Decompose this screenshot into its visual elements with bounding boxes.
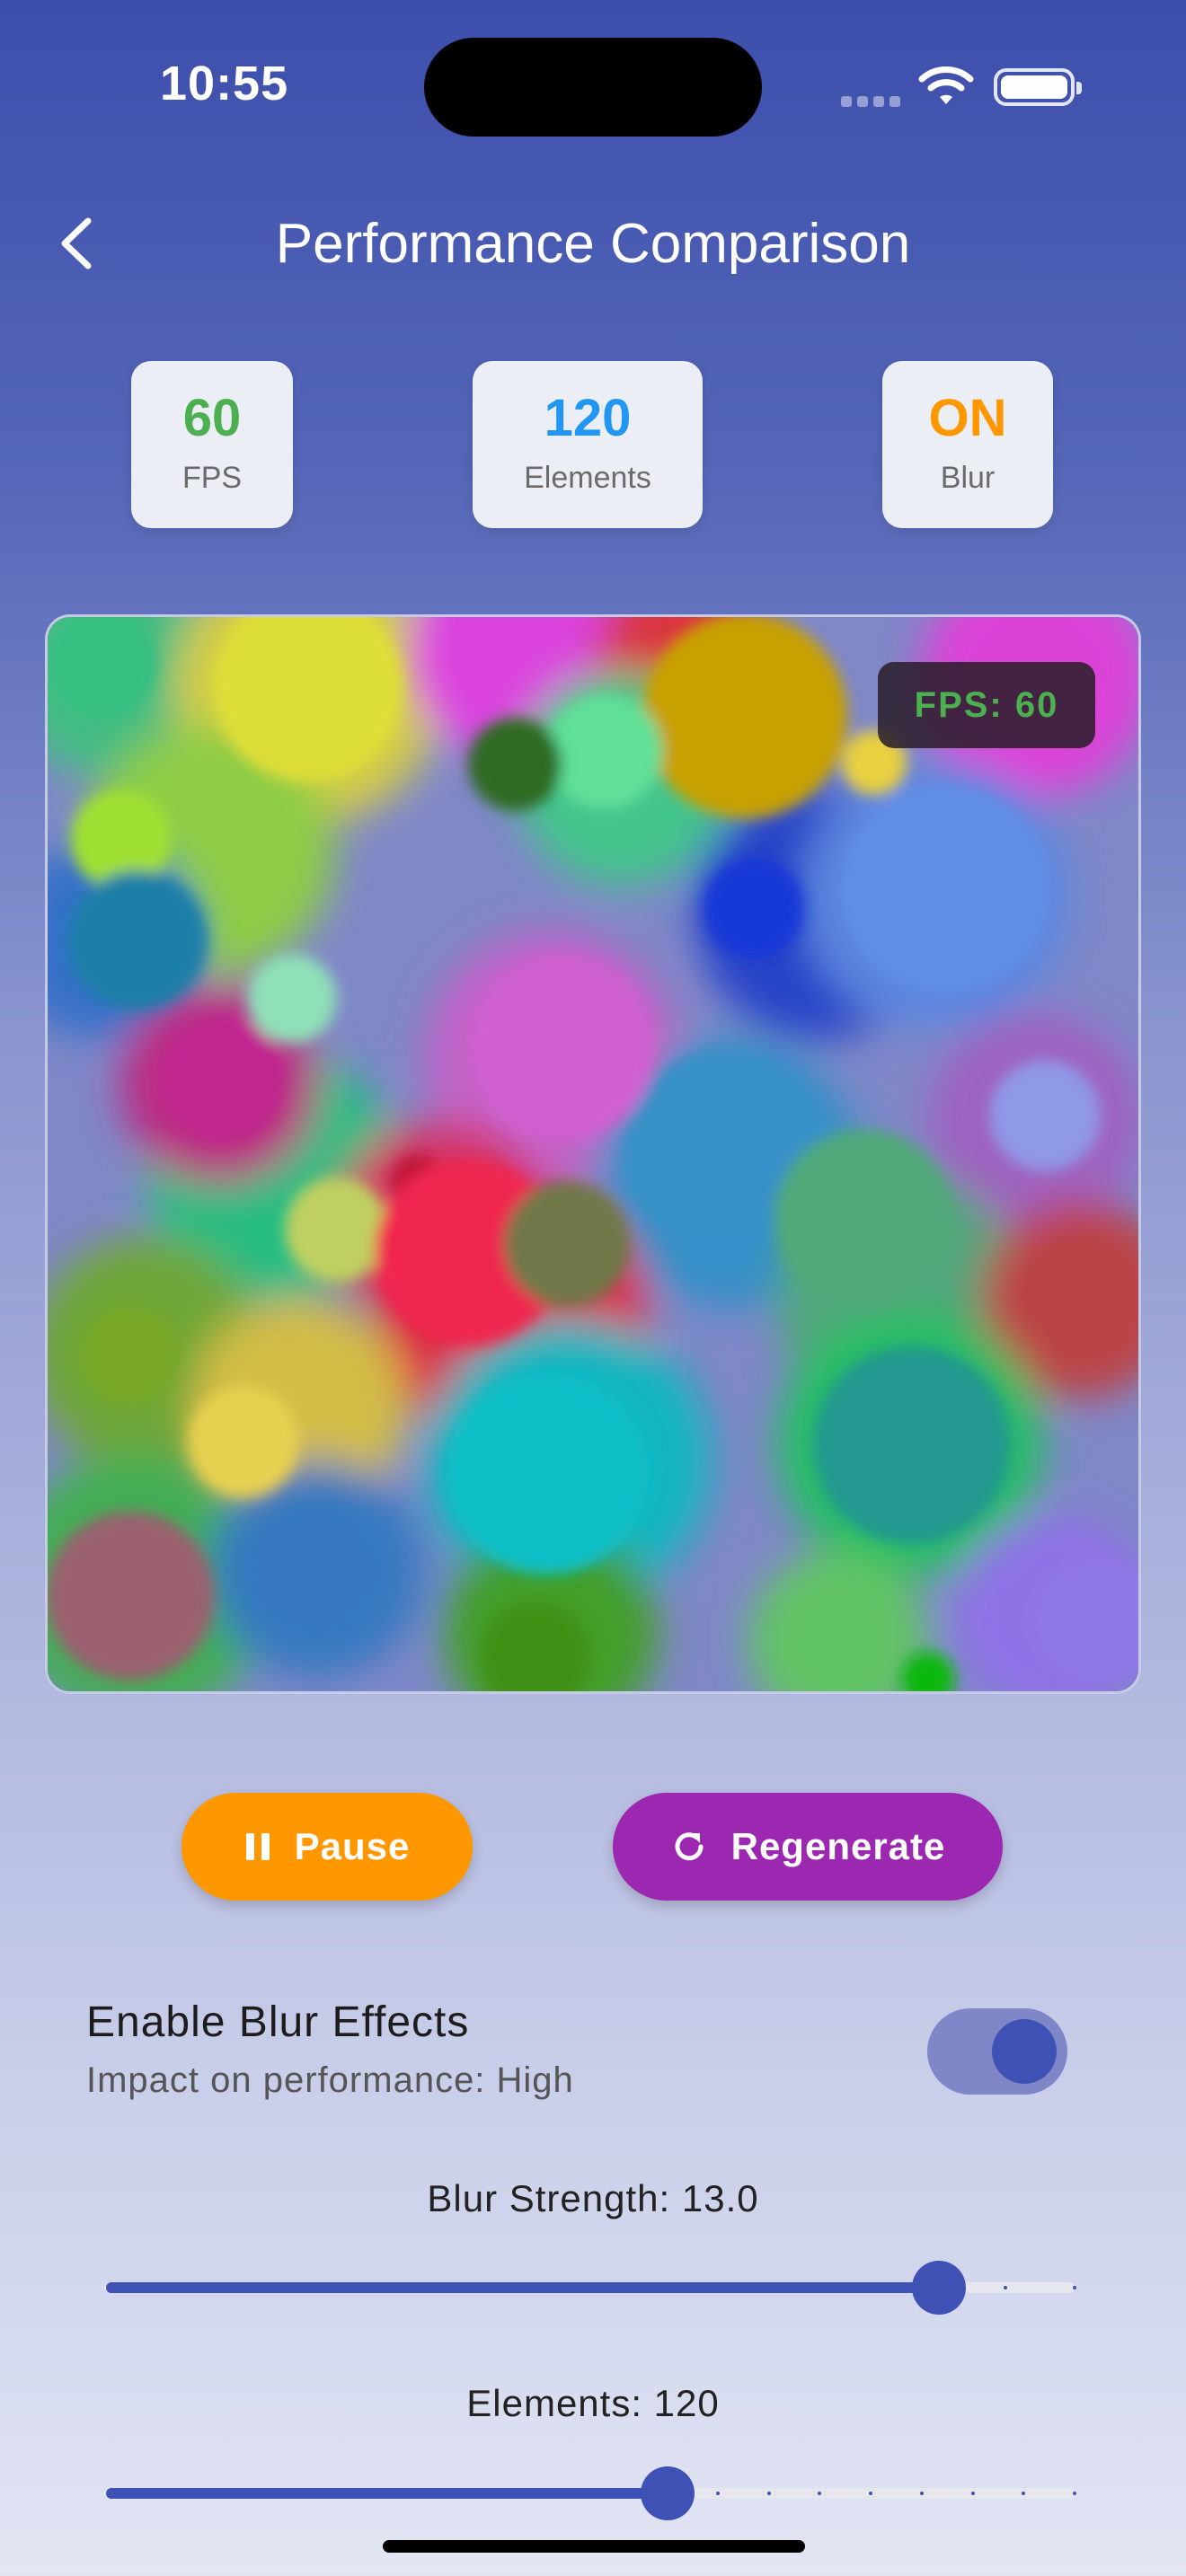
slider-tick	[1073, 2492, 1076, 2495]
page-title: Performance Comparison	[275, 213, 911, 275]
status-time: 10:55	[160, 57, 289, 110]
slider-tick	[767, 2492, 771, 2495]
switch-knob	[992, 2019, 1057, 2084]
slider-tick	[1004, 2286, 1007, 2289]
slider-tick	[1073, 2286, 1076, 2289]
battery-icon	[994, 68, 1082, 106]
stat-value: 60	[182, 389, 242, 447]
stat-value: 120	[544, 389, 632, 447]
stat-label: Blur	[940, 461, 996, 495]
elements-slider[interactable]	[104, 2466, 1076, 2520]
blur-toggle-title: Enable Blur Effects	[86, 1998, 470, 2046]
slider-tick	[818, 2492, 821, 2495]
slider-tick	[1022, 2492, 1025, 2495]
stat-card-elements: 120 Elements	[473, 361, 703, 528]
stat-value: ON	[928, 389, 1007, 447]
slider-tick	[716, 2492, 720, 2495]
stat-label: FPS	[181, 461, 243, 495]
pause-button-label: Pause	[294, 1825, 411, 1867]
animation-canvas: FPS: 60	[45, 614, 1141, 1694]
elements-label: Elements: 120	[466, 2382, 720, 2424]
stat-card-fps: 60 FPS	[131, 361, 293, 528]
slider-tick	[869, 2492, 872, 2495]
blur-strength-thumb[interactable]	[912, 2261, 966, 2315]
regenerate-button-label: Regenerate	[730, 1825, 946, 1867]
dynamic-island	[424, 38, 762, 137]
blurred-circles	[48, 617, 1138, 1691]
stat-label: Elements	[524, 461, 651, 495]
home-indicator	[383, 2540, 805, 2553]
blur-strength-label: Blur Strength: 13.0	[427, 2177, 759, 2219]
blur-toggle-subtitle: Impact on performance: High	[86, 2060, 574, 2100]
pause-icon	[244, 1831, 271, 1862]
blur-toggle-switch[interactable]	[927, 2008, 1067, 2095]
slider-active-track	[106, 2282, 939, 2293]
slider-tick	[971, 2492, 975, 2495]
regenerate-button[interactable]: Regenerate	[613, 1793, 1003, 1901]
slider-tick	[920, 2492, 924, 2495]
cellular-signal-icon	[841, 95, 906, 111]
fps-badge: FPS: 60	[878, 662, 1095, 748]
pause-button[interactable]: Pause	[181, 1793, 473, 1901]
refresh-icon	[670, 1828, 708, 1866]
stat-card-blur: ON Blur	[882, 361, 1053, 528]
slider-active-track	[106, 2488, 668, 2499]
wifi-icon	[918, 65, 974, 110]
blur-strength-slider[interactable]	[104, 2261, 1076, 2315]
elements-thumb[interactable]	[641, 2466, 695, 2520]
